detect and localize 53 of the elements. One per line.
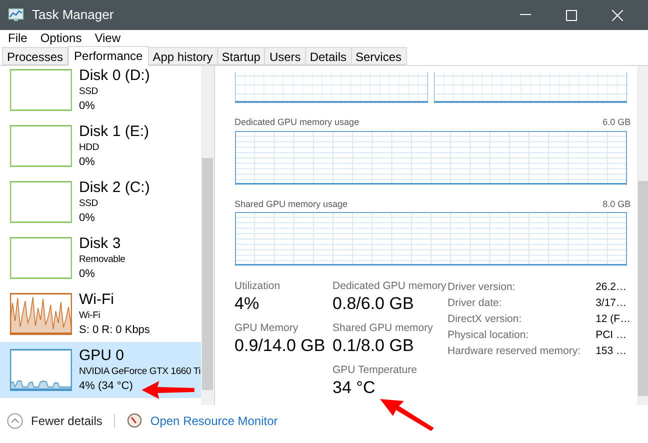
stat-label: GPU Memory [234, 321, 300, 335]
detail-label: DirectX version: [448, 312, 523, 327]
sidebar-item[interactable]: Disk 2 (C:) SSD 0% [0, 174, 201, 230]
detail-value: 3/17… [596, 296, 628, 311]
close-icon [612, 10, 622, 20]
detail-label: Driver date: [448, 296, 503, 311]
menu-item[interactable]: Options [36, 29, 86, 47]
monitor-chart-icon [8, 8, 24, 22]
detail-label: Hardware reserved memory: [448, 344, 581, 359]
tab[interactable]: Startup [216, 47, 266, 65]
stat-label: GPU Temperature [332, 363, 418, 377]
tab[interactable]: Processes [2, 47, 68, 65]
maximize-icon [566, 10, 576, 20]
stat-label: Dedicated GPU memory [332, 279, 448, 293]
detail-value: 153 … [596, 344, 628, 359]
stat-value: 34 °C [332, 377, 376, 399]
stat-label: Utilization [234, 279, 282, 293]
sidebar-item[interactable]: Wi-Fi Wi-Fi S: 0 R: 0 Kbps [0, 286, 201, 342]
sidebar-item[interactable]: Disk 1 (E:) HDD 0% [0, 118, 201, 174]
detail-value: PCI … [596, 328, 628, 343]
gauge-icon[interactable] [127, 413, 142, 428]
stat-value: 0.9/14.0 GB [234, 335, 326, 357]
pointer-arrow [378, 397, 436, 433]
tab[interactable]: Services [350, 47, 407, 65]
sidebar-item[interactable]: Disk 0 (D:) SSD 0% [0, 66, 201, 118]
stat-value: 0.8/6.0 GB [332, 293, 415, 315]
detail-value: 26.2… [596, 280, 628, 295]
tab[interactable]: App history [148, 47, 218, 65]
menu-item[interactable]: File [4, 29, 32, 47]
graph-max: 6.0 GB [602, 116, 631, 129]
scrollbar[interactable] [200, 66, 214, 405]
sidebar-item[interactable]: GPU 0 NVIDIA GeForce GTX 1660 Ti 4% (34 °C) [0, 342, 201, 398]
graph-label: Shared GPU memory usage [234, 198, 348, 211]
tab[interactable]: Details [304, 47, 352, 65]
detail-value: 12 (F… [596, 312, 631, 327]
detail-label: Driver version: [448, 280, 516, 295]
graph-label: Dedicated GPU memory usage [234, 116, 360, 129]
tab[interactable]: Users [264, 47, 306, 65]
sidebar-item[interactable]: Disk 3 Removable 0% [0, 230, 201, 286]
chevron-up-icon[interactable] [7, 412, 23, 428]
stat-label: Shared GPU memory [332, 321, 434, 335]
pointer-arrow [140, 379, 196, 401]
open-resource-monitor-link[interactable]: Open Resource Monitor [150, 412, 278, 430]
graph-max: 8.0 GB [602, 198, 631, 210]
stat-value: 0.1/8.0 GB [332, 335, 415, 357]
scrollbar[interactable] [636, 66, 648, 405]
tab[interactable]: Performance [68, 46, 149, 66]
minimize-icon [520, 14, 530, 16]
fewer-details-link[interactable]: Fewer details [31, 412, 102, 430]
detail-label: Physical location: [448, 328, 530, 343]
menu-item[interactable]: View [90, 29, 124, 47]
window-title: Task Manager [32, 6, 114, 24]
stat-value: 4% [234, 293, 260, 315]
